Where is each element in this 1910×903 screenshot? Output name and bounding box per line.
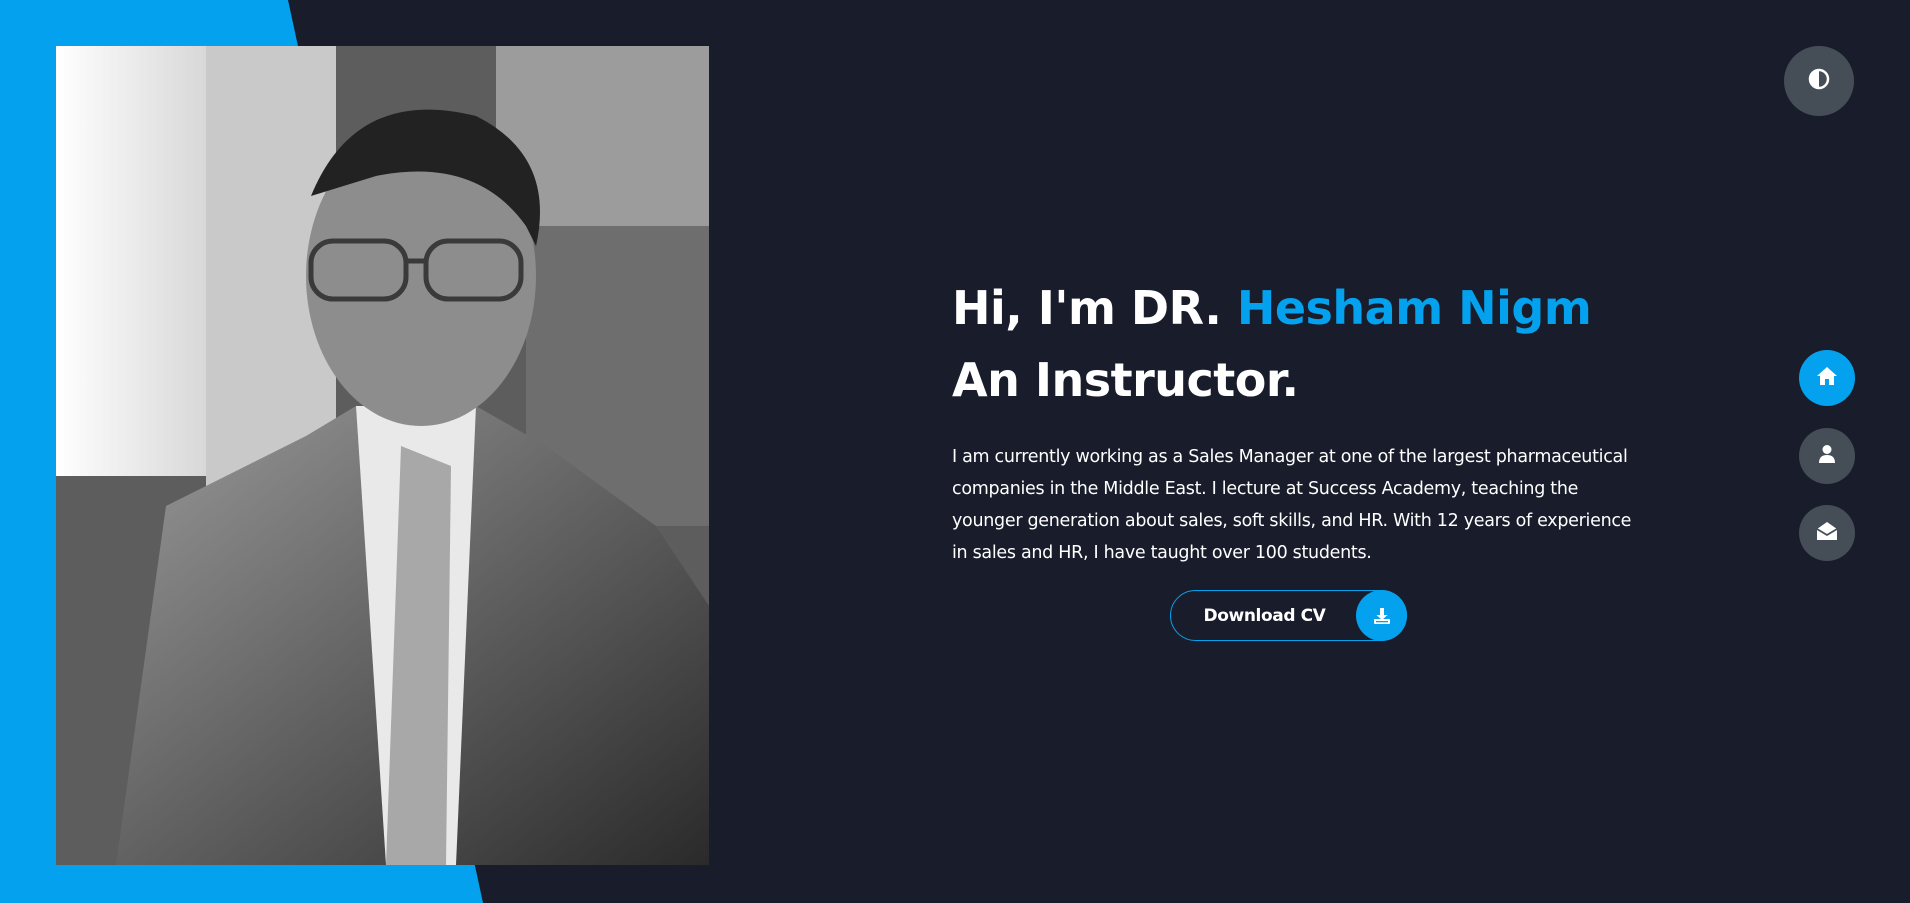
nav-contact-button[interactable]: [1799, 505, 1855, 561]
download-icon: [1356, 590, 1407, 641]
hero-section: Hi, I'm DR. Hesham Nigm An Instructor. I…: [952, 272, 1652, 569]
download-cv-button[interactable]: Download CV: [1170, 590, 1407, 641]
greeting-text: Hi, I'm DR.: [952, 281, 1237, 335]
hero-heading: Hi, I'm DR. Hesham Nigm An Instructor.: [952, 272, 1652, 416]
user-icon: [1818, 444, 1836, 469]
theme-toggle-button[interactable]: [1784, 46, 1854, 116]
home-icon: [1816, 366, 1838, 391]
contrast-icon: [1808, 68, 1830, 95]
name-text: Hesham Nigm: [1236, 281, 1592, 335]
role-text: An Instructor.: [952, 353, 1299, 407]
bio-text: I am currently working as a Sales Manage…: [952, 447, 1632, 563]
envelope-open-icon: [1816, 521, 1838, 546]
nav-about-button[interactable]: [1799, 428, 1855, 484]
nav-home-button[interactable]: [1799, 350, 1855, 406]
profile-photo: [56, 46, 709, 865]
